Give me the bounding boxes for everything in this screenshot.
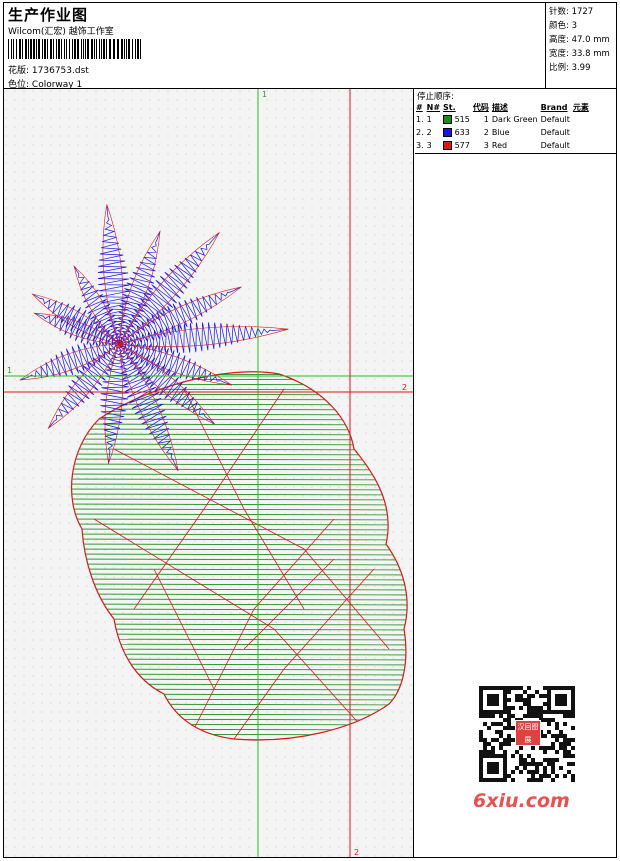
color-swatch — [443, 128, 453, 137]
row-brand: Default — [540, 141, 570, 150]
table-header-row: # N# St. 代码 描述 Brand 元素 — [416, 101, 592, 113]
design-stats: 针数: 1727 颜色: 3 高度: 47.0 mm 宽度: 33.8 mm 比… — [545, 2, 617, 88]
stat-stitches: 针数: 1727 — [549, 7, 594, 17]
table-row[interactable]: 2. 2 633 2 Blue Default — [416, 126, 592, 139]
stat-colors: 颜色: 3 — [549, 21, 577, 31]
stitch-count: 577 — [454, 141, 470, 150]
stop-sequence-panel: 停止顺序: # N# St. 代码 描述 Brand 元素 1. 1 515 1 Da… — [415, 89, 617, 154]
row-stitches: 577 — [443, 139, 473, 152]
color-swatch — [443, 141, 453, 150]
row-index: 1. — [416, 115, 424, 124]
col-element: 元素 — [572, 102, 589, 112]
row-code: 1 — [483, 115, 489, 124]
guide-label-v2: 2 — [354, 848, 359, 857]
stat-scale: 比例: 3.99 — [549, 63, 591, 73]
col-index: # — [416, 102, 423, 112]
studio-name: Wilcom(汇宏) 越饰工作室 — [8, 27, 114, 37]
row-needle: 2 — [426, 128, 432, 137]
page-title: 生产作业图 — [8, 6, 89, 24]
design-preview: 1 1 2 2 — [4, 89, 413, 857]
guide-label-h2: 2 — [402, 383, 407, 392]
row-description: Red — [491, 141, 508, 150]
guide-label-v1: 1 — [262, 90, 267, 99]
barcode — [8, 39, 141, 59]
color-swatch — [443, 115, 453, 124]
guide-label-h1: 1 — [7, 366, 12, 375]
col-brand: Brand — [540, 102, 568, 112]
row-brand: Default — [540, 115, 570, 124]
file-label: 花版: — [8, 66, 30, 76]
row-description: Dark Green — [491, 115, 538, 124]
qr-stamp: 汉回图展 — [515, 720, 541, 746]
row-stitches: 633 — [443, 126, 473, 139]
row-brand: Default — [540, 128, 570, 137]
stat-width: 宽度: 33.8 mm — [549, 49, 610, 59]
row-index: 3. — [416, 141, 424, 150]
file-line: 花版: 1736753.dst — [8, 63, 89, 76]
watermark-logo: 6xiu.com — [473, 790, 570, 812]
row-needle: 1 — [426, 115, 432, 124]
row-index: 2. — [416, 128, 424, 137]
stitch-count: 515 — [454, 115, 470, 124]
col-needle: N# — [426, 102, 441, 112]
stat-height: 高度: 47.0 mm — [549, 35, 610, 45]
col-stitches: St. — [443, 102, 456, 112]
col-description: 描述 — [491, 102, 508, 112]
stop-sequence-table: # N# St. 代码 描述 Brand 元素 1. 1 515 1 Dark Gre… — [416, 101, 592, 152]
design-canvas[interactable]: 1 1 2 2 — [4, 89, 414, 857]
stitch-count: 633 — [454, 128, 470, 137]
header-info: 生产作业图 Wilcom(汇宏) 越饰工作室 花版: 1736753.dst 色… — [4, 2, 544, 90]
row-needle: 3 — [426, 141, 432, 150]
col-code: 代码 — [472, 102, 489, 112]
file-name: 1736753.dst — [31, 66, 89, 76]
qr-code: 汉回图展 — [471, 680, 584, 790]
row-stitches: 515 — [443, 113, 473, 126]
row-description: Blue — [491, 128, 510, 137]
table-row[interactable]: 1. 1 515 1 Dark Green Default — [416, 113, 592, 126]
row-code: 3 — [483, 141, 489, 150]
row-code: 2 — [483, 128, 489, 137]
table-row[interactable]: 3. 3 577 3 Red Default — [416, 139, 592, 152]
